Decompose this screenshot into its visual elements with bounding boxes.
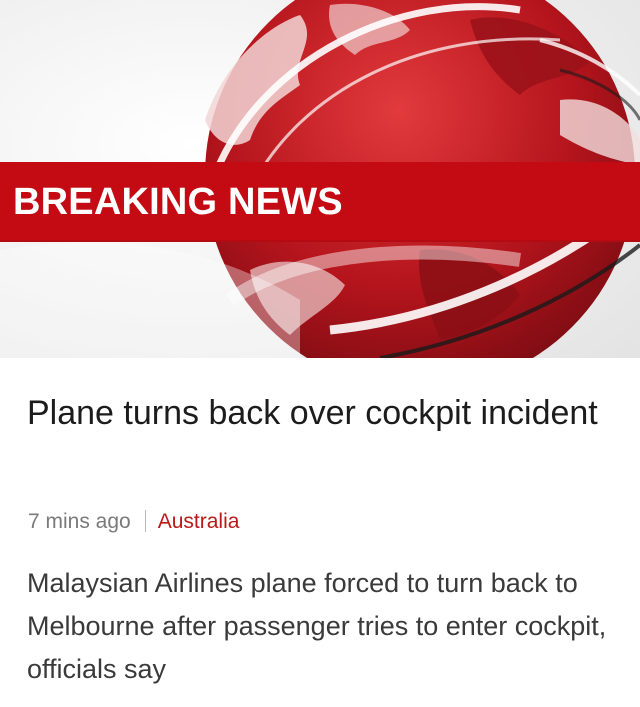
breaking-news-banner: BREAKING NEWS [0,162,640,242]
breaking-news-image[interactable]: BREAKING NEWS [0,0,640,358]
news-article-page: BREAKING NEWS Plane turns back over cock… [0,0,640,707]
article-summary: Malaysian Airlines plane forced to turn … [27,568,607,684]
article-timestamp: 7 mins ago [28,510,131,533]
article-category-link[interactable]: Australia [158,510,240,533]
article-headline[interactable]: Plane turns back over cockpit incident [27,388,617,438]
breaking-news-label: BREAKING NEWS [13,181,343,223]
meta-divider [144,510,146,532]
article-meta: 7 mins ago Australia [28,508,239,536]
